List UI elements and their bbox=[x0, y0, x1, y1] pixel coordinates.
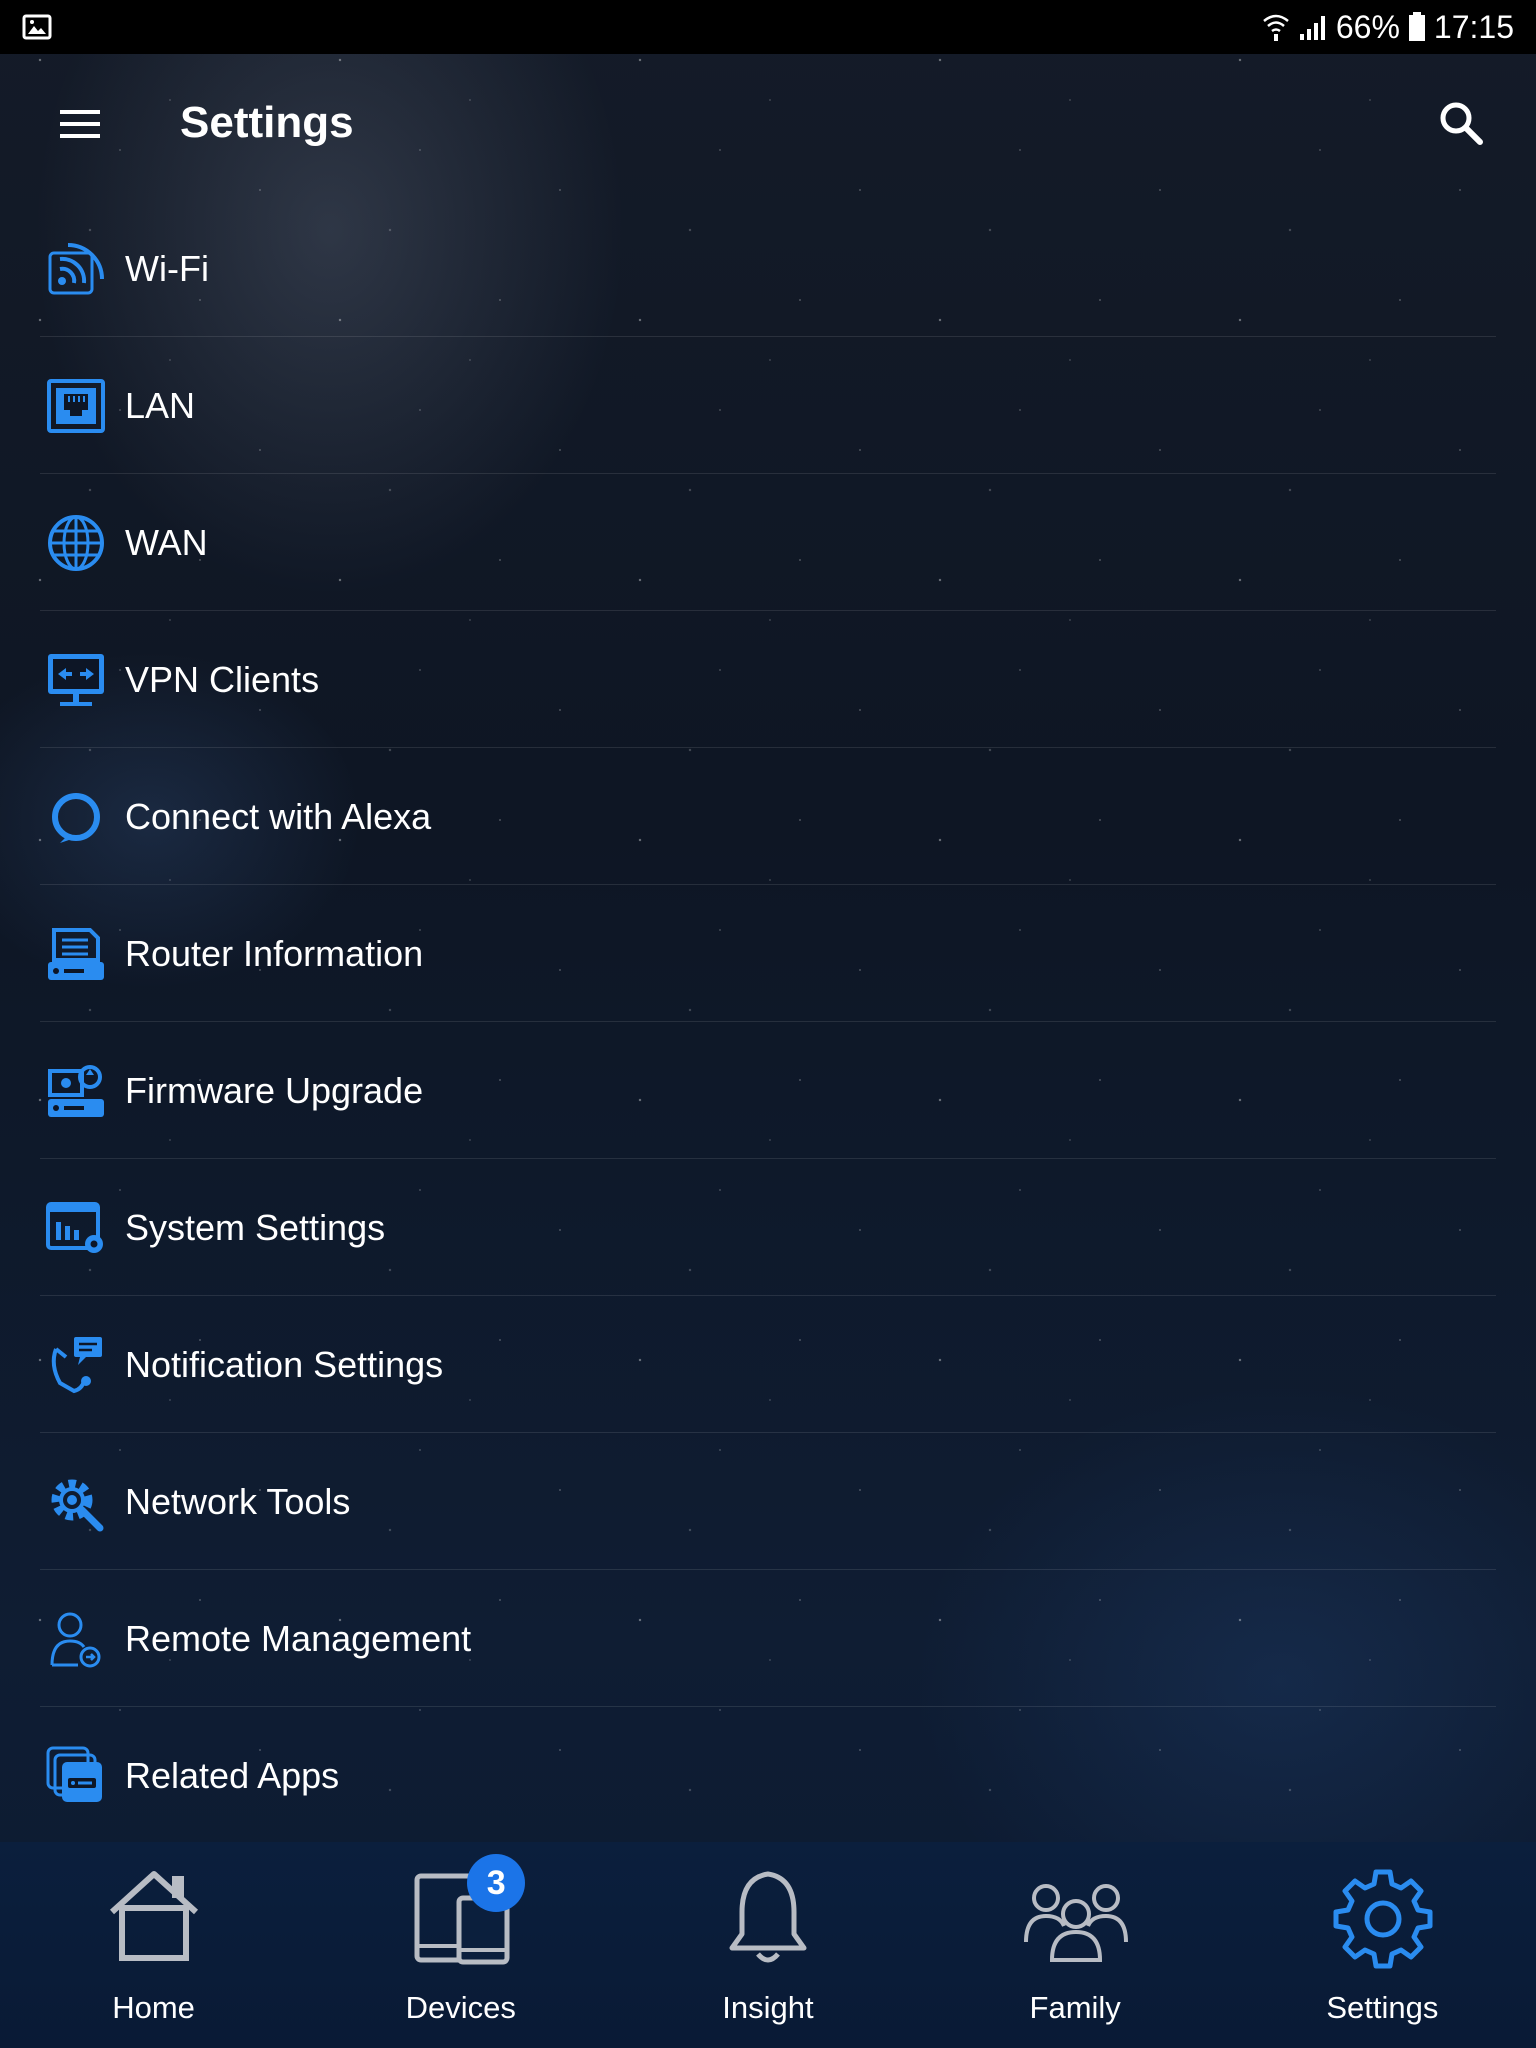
nav-label: Devices bbox=[405, 1990, 516, 2025]
settings-item-wifi[interactable]: Wi-Fi bbox=[0, 200, 1536, 337]
search-icon[interactable] bbox=[1436, 98, 1486, 148]
settings-item-firmware-upgrade[interactable]: Firmware Upgrade bbox=[0, 1022, 1536, 1159]
family-icon bbox=[1023, 1884, 1128, 1962]
battery-icon bbox=[1408, 12, 1425, 41]
network-tools-icon bbox=[51, 1479, 104, 1531]
wifi-signal-icon bbox=[1263, 14, 1289, 41]
alexa-icon bbox=[52, 792, 100, 843]
bell-icon bbox=[729, 1871, 807, 1963]
notification-settings-icon bbox=[51, 1336, 102, 1393]
battery-percent: 66% bbox=[1335, 8, 1400, 45]
nav-label: Insight bbox=[722, 1990, 814, 2025]
nav-family[interactable]: Family bbox=[922, 1842, 1229, 2048]
image-icon bbox=[22, 14, 52, 40]
nav-label: Home bbox=[112, 1990, 195, 2025]
router-info-icon bbox=[48, 927, 104, 980]
settings-item-notification-settings[interactable]: Notification Settings bbox=[0, 1296, 1536, 1433]
settings-item-label: Remote Management bbox=[125, 1617, 472, 1659]
app-bar: Settings bbox=[0, 54, 1536, 200]
settings-item-label: WAN bbox=[125, 521, 208, 563]
firmware-upgrade-icon bbox=[48, 1064, 104, 1117]
settings-item-label: Notification Settings bbox=[125, 1343, 444, 1385]
menu-icon[interactable] bbox=[56, 104, 104, 144]
settings-item-network-tools[interactable]: Network Tools bbox=[0, 1433, 1536, 1570]
globe-icon bbox=[48, 514, 104, 571]
settings-item-label: Connect with Alexa bbox=[125, 795, 432, 837]
settings-item-label: Firmware Upgrade bbox=[125, 1069, 424, 1111]
system-settings-icon bbox=[46, 1201, 103, 1253]
nav-devices[interactable]: 3 Devices bbox=[307, 1842, 614, 2048]
home-icon bbox=[109, 1871, 199, 1961]
settings-item-label: System Settings bbox=[125, 1206, 386, 1248]
settings-item-label: Wi-Fi bbox=[125, 247, 209, 289]
settings-item-router-information[interactable]: Router Information bbox=[0, 885, 1536, 1022]
devices-badge: 3 bbox=[467, 1854, 526, 1912]
related-apps-icon bbox=[46, 1746, 102, 1802]
gear-icon bbox=[1333, 1869, 1433, 1969]
clock: 17:15 bbox=[1433, 8, 1514, 45]
cell-signal-icon bbox=[1299, 16, 1325, 40]
nav-label: Family bbox=[1029, 1990, 1121, 2025]
settings-item-label: Related Apps bbox=[125, 1754, 340, 1796]
wifi-icon bbox=[48, 242, 104, 294]
settings-item-related-apps[interactable]: Related Apps bbox=[0, 1707, 1536, 1844]
settings-item-system-settings[interactable]: System Settings bbox=[0, 1159, 1536, 1296]
settings-item-label: VPN Clients bbox=[125, 658, 320, 700]
nav-insight[interactable]: Insight bbox=[614, 1842, 921, 2048]
settings-item-label: Router Information bbox=[125, 932, 424, 974]
remote-management-icon bbox=[50, 1612, 101, 1667]
settings-item-remote-management[interactable]: Remote Management bbox=[0, 1570, 1536, 1707]
settings-item-wan[interactable]: WAN bbox=[0, 474, 1536, 611]
settings-item-vpn-clients[interactable]: VPN Clients bbox=[0, 611, 1536, 748]
settings-item-label: Network Tools bbox=[125, 1480, 351, 1522]
nav-settings[interactable]: Settings bbox=[1229, 1842, 1536, 2048]
settings-item-connect-with-alexa[interactable]: Connect with Alexa bbox=[0, 748, 1536, 885]
vpn-monitor-icon bbox=[48, 653, 104, 706]
nav-home[interactable]: Home bbox=[0, 1842, 307, 2048]
page-title: Settings bbox=[180, 98, 354, 147]
settings-item-lan[interactable]: LAN bbox=[0, 337, 1536, 474]
status-bar: 66% 17:15 bbox=[0, 0, 1536, 54]
bottom-nav: Home 3 Devices Insight Family Settings bbox=[0, 1842, 1536, 2048]
nav-label: Settings bbox=[1326, 1990, 1439, 2025]
settings-item-label: LAN bbox=[125, 384, 196, 426]
lan-port-icon bbox=[47, 378, 105, 433]
settings-list: Wi-Fi LAN WAN VPN Clients Connect with A… bbox=[0, 200, 1536, 1844]
